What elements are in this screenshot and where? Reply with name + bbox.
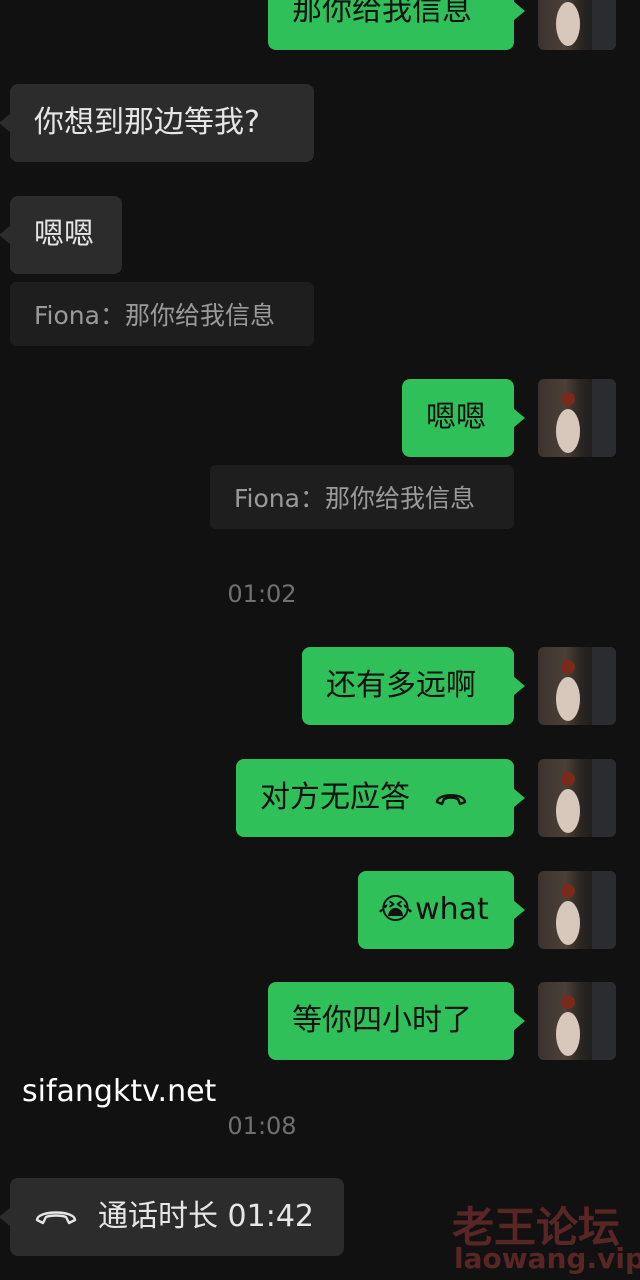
avatar[interactable] (538, 759, 616, 837)
outgoing-message[interactable]: 那你给我信息 (268, 0, 525, 50)
message-text: 嗯嗯 (426, 400, 486, 435)
message-text: 你想到那边等我? (34, 105, 260, 140)
avatar[interactable] (538, 379, 616, 457)
incoming-message[interactable]: 你想到那边等我? (0, 84, 314, 162)
crying-laughing-emoji: 😭 (378, 892, 414, 927)
timestamp: 01:02 (227, 580, 297, 608)
watermark-text: sifangktv.net (22, 1074, 217, 1109)
message-text: 等你四小时了 (292, 1003, 472, 1038)
outgoing-message[interactable]: 还有多远啊 (302, 647, 525, 725)
call-duration-message[interactable]: 通话时长 01:42 (0, 1178, 344, 1256)
outgoing-message[interactable]: 嗯嗯 (402, 379, 525, 457)
timestamp: 01:08 (227, 1112, 297, 1140)
brand-url-watermark: laowang.vip (454, 1242, 640, 1275)
message-text: 那你给我信息 (292, 0, 472, 28)
quoted-reply[interactable]: Fiona：那你给我信息 (210, 465, 514, 529)
quote-text: Fiona：那你给我信息 (234, 484, 475, 513)
avatar[interactable] (538, 871, 616, 949)
call-duration-text: 通话时长 01:42 (98, 1199, 314, 1234)
message-text: 嗯嗯 (34, 217, 94, 252)
message-text: 还有多远啊 (326, 668, 476, 703)
incoming-message[interactable]: 嗯嗯 (0, 196, 122, 274)
outgoing-message[interactable]: 😭 what (358, 871, 525, 949)
avatar[interactable] (538, 647, 616, 725)
avatar[interactable] (538, 0, 616, 50)
avatar[interactable] (538, 982, 616, 1060)
quoted-reply[interactable]: Fiona：那你给我信息 (10, 282, 314, 346)
call-message[interactable]: 对方无应答 (236, 759, 525, 837)
phone-hangup-icon (34, 1202, 78, 1232)
phone-hangup-icon (434, 783, 468, 813)
quote-text: Fiona：那你给我信息 (34, 301, 275, 330)
message-text: what (415, 892, 489, 927)
outgoing-message[interactable]: 等你四小时了 (268, 982, 525, 1060)
message-text: 对方无应答 (260, 780, 410, 815)
